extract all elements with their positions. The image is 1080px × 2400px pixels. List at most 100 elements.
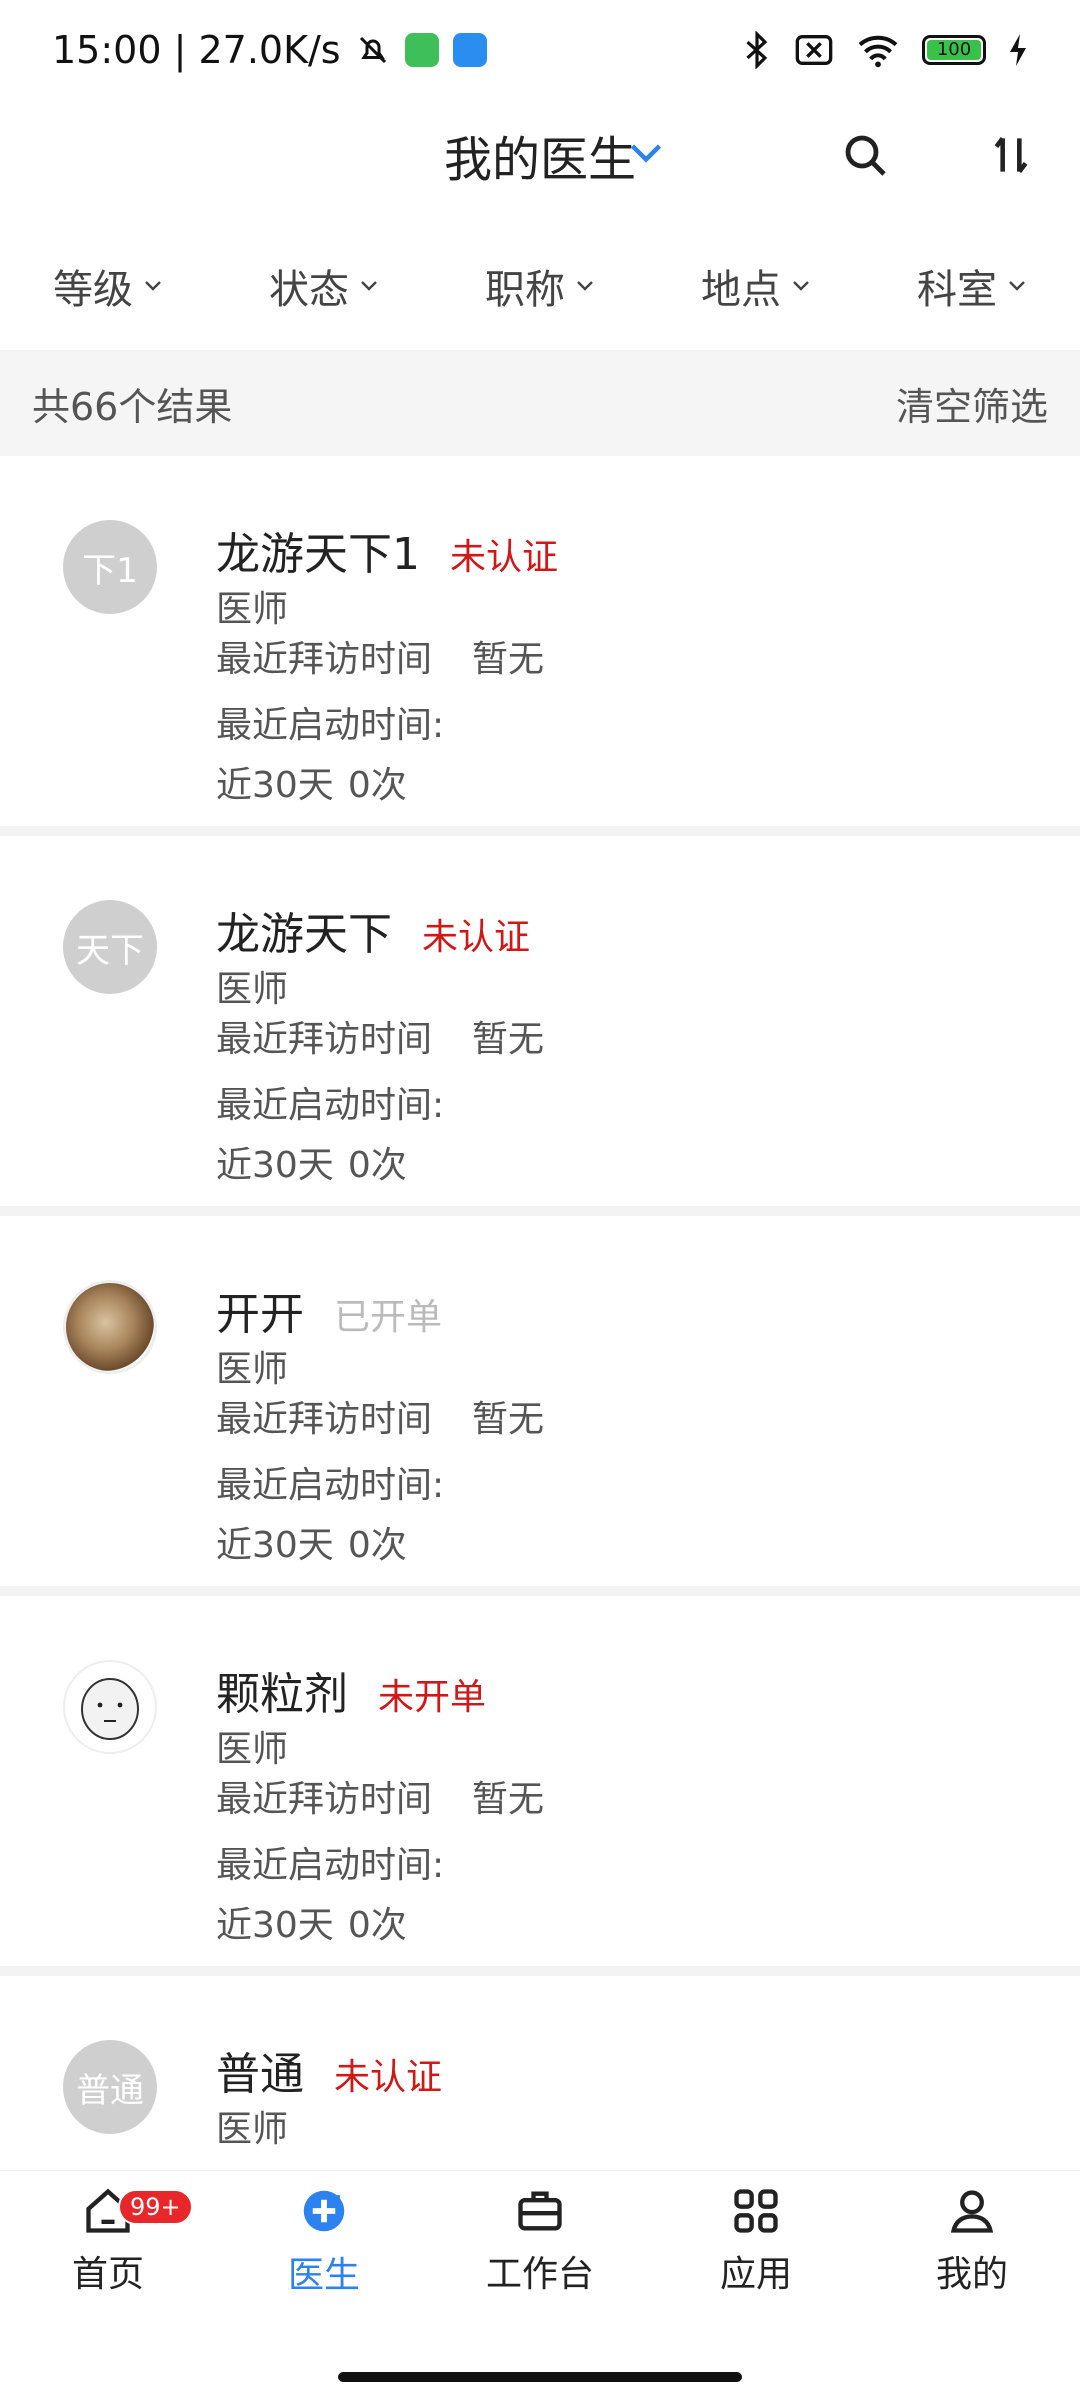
launch-count: 近30天 0次 [216,1136,407,1188]
doctor-role: 医师 [216,589,289,630]
name-line: 开开 已开单 [216,1278,442,1342]
doctor-name: 颗粒剂 [216,1669,348,1720]
nav-label: 我的 [935,2253,1008,2295]
status-right: 100 [742,31,1028,69]
name-line: 龙游天下1 未认证 [216,518,558,582]
search-icon[interactable] [842,132,890,180]
name-line: 龙游天下 未认证 [216,898,530,962]
filter-label: 科室 [917,267,997,313]
app-green-icon [404,33,439,67]
avatar: 下1 [63,520,157,614]
nav-workbench[interactable]: 工作台 [432,2171,648,2310]
name-line: 颗粒剂 未开单 [216,1658,486,1722]
home-indicator[interactable] [338,2372,742,2382]
period-label: 近30天 [216,765,334,806]
doctor-list: 下1 龙游天下1 未认证 医师 最近拜访时间 暂无 最近启动时间: 近30天 0… [0,456,1080,2170]
nav-label: 工作台 [485,2253,594,2295]
launch-label: 最近启动时间: [216,1085,445,1126]
status-bar: 15:00 | 27.0K/s 100 [0,0,1080,100]
launch-count: 近30天 0次 [216,1896,407,1948]
visit-value: 暂无 [472,639,545,680]
doctor-card[interactable]: 普通 普通 未认证 医师 [0,1976,1080,2170]
cartoon-face-icon [81,1678,139,1740]
filter-label: 状态 [269,267,349,313]
visit-line: 最近拜访时间 暂无 [216,1770,544,1822]
period-label: 近30天 [216,1525,334,1566]
filter-level[interactable]: 等级 [0,230,216,342]
nav-mine[interactable]: 我的 [864,2171,1080,2310]
charging-icon [1010,34,1026,66]
doctor-name: 普通 [216,2049,304,2100]
visit-line: 最近拜访时间 暂无 [216,1010,544,1062]
chevron-down-icon [145,281,161,291]
results-count: 共66个结果 [32,384,233,429]
mute-bell-icon [359,36,386,64]
doctor-role: 医师 [216,1349,289,1390]
filter-label: 职称 [485,267,565,313]
visit-label: 最近拜访时间 [216,639,433,680]
user-icon [950,2189,994,2233]
times-value: 0次 [347,1905,407,1946]
filter-department[interactable]: 科室 [864,230,1080,342]
launch-count: 近30天 0次 [216,756,407,808]
doctor-role: 医师 [216,1729,289,1770]
visit-value: 暂无 [472,1779,545,1820]
visit-value: 暂无 [472,1399,545,1440]
status-badge: 未认证 [334,2057,443,2098]
bottom-nav: 99+ 首页 医生 工作台 应用 我的 [0,2170,1080,2310]
period-label: 近30天 [216,1145,334,1186]
visit-line: 最近拜访时间 暂无 [216,1390,544,1442]
filter-label: 等级 [53,267,133,313]
doctor-card[interactable]: 颗粒剂 未开单 医师 最近拜访时间 暂无 最近启动时间: 近30天 0次 [0,1596,1080,1976]
filter-label: 地点 [701,267,781,313]
doctor-card[interactable]: 天下 龙游天下 未认证 医师 最近拜访时间 暂无 最近启动时间: 近30天 0次 [0,836,1080,1216]
filter-location[interactable]: 地点 [648,230,864,342]
status-badge: 未开单 [378,1677,487,1718]
briefcase-icon [518,2191,562,2230]
nav-doctor[interactable]: 医生 [216,2171,432,2310]
filter-title[interactable]: 职称 [432,230,648,342]
chevron-down-icon [1009,281,1025,291]
name-line: 普通 未认证 [216,2038,442,2102]
status-badge: 已开单 [334,1297,443,1338]
doctor-name: 龙游天下1 [216,529,420,580]
battery-icon: 100 [922,35,986,65]
avatar: 天下 [63,900,157,994]
clear-filter-button[interactable]: 清空筛选 [896,376,1048,431]
avatar-photo [63,1280,157,1374]
doctor-name: 开开 [216,1289,304,1340]
visit-label: 最近拜访时间 [216,1019,433,1060]
launch-label: 最近启动时间: [216,705,445,746]
launch-count: 近30天 0次 [216,1516,407,1568]
status-badge: 未认证 [450,537,559,578]
sim-x-icon [795,35,833,65]
status-time: 15:00 | 27.0K/s [52,28,341,72]
launch-label: 最近启动时间: [216,1845,445,1886]
avatar: 普通 [63,2040,157,2134]
times-value: 0次 [347,1525,407,1566]
times-value: 0次 [347,1145,407,1186]
doctor-name: 龙游天下 [216,909,392,960]
nav-label: 应用 [719,2253,792,2295]
visit-value: 暂无 [472,1019,545,1060]
avatar-face [63,1660,157,1754]
times-value: 0次 [347,765,407,806]
doctor-role: 医师 [216,969,289,1010]
nav-apps[interactable]: 应用 [648,2171,864,2310]
status-badge: 未认证 [422,917,531,958]
nav-label: 医生 [287,2254,360,2296]
nav-home[interactable]: 99+ 首页 [0,2171,216,2310]
chevron-down-icon [361,281,377,291]
visit-label: 最近拜访时间 [216,1779,433,1820]
status-left: 15:00 | 27.0K/s [52,28,487,72]
visit-line: 最近拜访时间 暂无 [216,630,544,682]
wifi-icon [858,35,898,68]
page-title[interactable]: 我的医生 [0,120,1080,190]
doctor-card[interactable]: 下1 龙游天下1 未认证 医师 最近拜访时间 暂无 最近启动时间: 近30天 0… [0,456,1080,836]
doctor-card[interactable]: 开开 已开单 医师 最近拜访时间 暂无 最近启动时间: 近30天 0次 [0,1216,1080,1596]
period-label: 近30天 [216,1905,334,1946]
chevron-down-icon[interactable] [628,140,664,164]
sort-icon[interactable] [986,130,1036,180]
title-bar: 我的医生 [0,100,1080,205]
filter-status[interactable]: 状态 [216,230,432,342]
